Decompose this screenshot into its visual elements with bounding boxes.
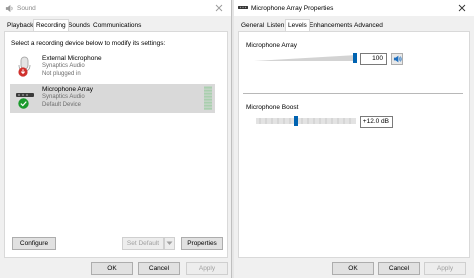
sound-tabs: Playback Recording Sounds Communications bbox=[0, 19, 231, 31]
tab-listen[interactable]: Listen bbox=[265, 21, 286, 31]
microphone-array-icon bbox=[15, 87, 35, 109]
close-icon[interactable] bbox=[213, 2, 225, 14]
tab-enhancements[interactable]: Enhancements bbox=[307, 21, 354, 31]
speaker-icon bbox=[4, 3, 14, 13]
set-default-dropdown[interactable] bbox=[164, 237, 175, 250]
device-status: Default Device bbox=[42, 102, 82, 108]
microphone-icon bbox=[15, 56, 35, 78]
tab-general[interactable]: General bbox=[239, 21, 266, 31]
section-divider bbox=[243, 93, 463, 94]
mute-button[interactable] bbox=[391, 53, 403, 65]
properties-tabs: General Listen Levels Enhancements Advan… bbox=[234, 19, 474, 31]
device-status: Not plugged in bbox=[42, 71, 81, 77]
ok-button[interactable]: OK bbox=[91, 262, 133, 275]
sound-window: Sound Playback Recording Sounds Communic… bbox=[0, 0, 232, 278]
tab-recording[interactable]: Recording bbox=[33, 19, 69, 31]
cancel-button[interactable]: Cancel bbox=[378, 262, 420, 275]
apply-button[interactable]: Apply bbox=[424, 262, 466, 275]
tab-playback[interactable]: Playback bbox=[5, 21, 35, 31]
array-label: Microphone Array bbox=[246, 42, 297, 49]
properties-button[interactable]: Properties bbox=[181, 237, 223, 250]
device-name: Microphone Array bbox=[42, 86, 93, 93]
window-title: Microphone Array Properties bbox=[251, 4, 334, 12]
cancel-button[interactable]: Cancel bbox=[138, 262, 180, 275]
default-check-icon bbox=[18, 98, 29, 109]
unplugged-icon bbox=[18, 67, 28, 77]
properties-window: Microphone Array Properties General List… bbox=[234, 0, 474, 278]
levels-panel: Microphone Array 100 Microphone Boost +1… bbox=[238, 31, 470, 258]
apply-button[interactable]: Apply bbox=[186, 262, 228, 275]
device-name: External Microphone bbox=[42, 55, 102, 62]
array-value-field[interactable]: 100 bbox=[360, 53, 387, 65]
array-slider[interactable] bbox=[254, 53, 357, 63]
array-slider-thumb[interactable] bbox=[353, 53, 357, 63]
device-row-selected[interactable]: Microphone Array Synaptics Audio Default… bbox=[10, 84, 215, 113]
recording-panel: Select a recording device below to modif… bbox=[4, 31, 228, 258]
ok-button[interactable]: OK bbox=[332, 262, 374, 275]
device-driver: Synaptics Audio bbox=[42, 94, 85, 100]
instruction-text: Select a recording device below to modif… bbox=[11, 40, 166, 47]
speaker-icon bbox=[393, 55, 402, 63]
microphone-array-icon bbox=[238, 3, 248, 13]
window-title: Sound bbox=[17, 4, 36, 12]
properties-titlebar: Microphone Array Properties bbox=[234, 0, 474, 16]
tab-communications[interactable]: Communications bbox=[91, 21, 143, 31]
level-meter bbox=[204, 86, 212, 111]
device-driver: Synaptics Audio bbox=[42, 63, 85, 69]
device-row[interactable]: External Microphone Synaptics Audio Not … bbox=[10, 53, 215, 82]
close-icon[interactable] bbox=[456, 2, 468, 14]
boost-slider[interactable] bbox=[256, 116, 356, 126]
configure-button[interactable]: Configure bbox=[12, 237, 56, 250]
boost-value-field[interactable]: +12.0 dB bbox=[360, 116, 393, 128]
chevron-down-icon bbox=[166, 241, 173, 245]
tab-sounds[interactable]: Sounds bbox=[66, 21, 92, 31]
sound-titlebar: Sound bbox=[0, 0, 231, 16]
boost-slider-thumb[interactable] bbox=[294, 116, 298, 126]
boost-label: Microphone Boost bbox=[246, 104, 299, 111]
tab-levels[interactable]: Levels bbox=[285, 19, 310, 31]
set-default-button[interactable]: Set Default bbox=[122, 237, 164, 250]
tab-advanced[interactable]: Advanced bbox=[352, 21, 385, 31]
